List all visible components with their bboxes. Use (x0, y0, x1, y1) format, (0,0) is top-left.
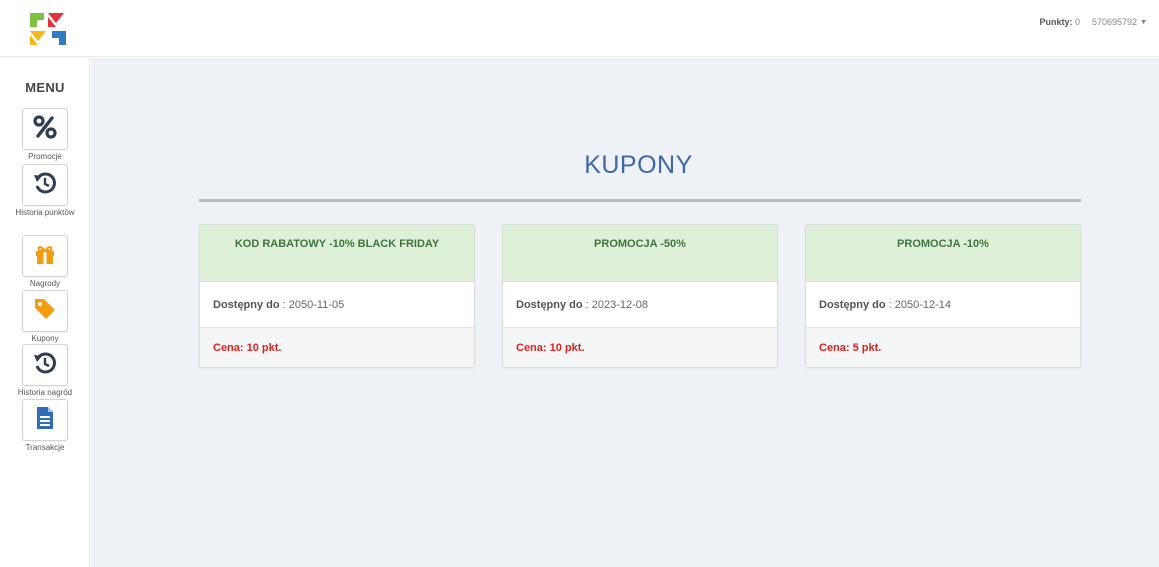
sidebar-item-label: Promocje (28, 152, 62, 161)
coupon-availability: Dostępny do : 2023-12-08 (503, 282, 777, 328)
coupon-card[interactable]: KOD RABATOWY -10% BLACK FRIDAY Dostępny … (199, 224, 475, 368)
page-title: KUPONY (584, 151, 693, 179)
coupon-price: Cena: 10 pkt. (503, 328, 777, 367)
history-icon (33, 171, 57, 200)
availability-date: : 2050-11-05 (282, 298, 345, 311)
document-icon (35, 406, 55, 435)
sidebar-button-nagrody[interactable] (22, 235, 68, 277)
sidebar-button-historia-punktow[interactable] (22, 164, 68, 206)
tag-icon (33, 297, 57, 326)
title-divider (199, 199, 1081, 202)
app-logo[interactable] (28, 11, 68, 47)
sidebar-button-promocje[interactable] (22, 108, 68, 150)
sidebar-item-kupony[interactable]: Kupony (0, 290, 90, 344)
sidebar-button-kupony[interactable] (22, 290, 68, 332)
sidebar-button-historia-nagrod[interactable] (22, 344, 68, 386)
chevron-down-icon: ▼ (1140, 18, 1147, 26)
availability-label: Dostępny do (819, 298, 886, 311)
availability-date: : 2023-12-08 (585, 298, 649, 311)
topbar-right: Punkty: 0 570695792 ▼ (1039, 17, 1147, 27)
sidebar-item-historia-nagrod[interactable]: Historia nagród (0, 344, 90, 398)
points-value: 0 (1074, 17, 1080, 27)
user-id: 570695792 (1092, 17, 1138, 27)
sidebar-button-transakcje[interactable] (22, 399, 68, 441)
gift-icon (34, 243, 56, 270)
sidebar-item-promocje[interactable]: Promocje (0, 108, 90, 162)
main-content: KUPONY KOD RABATOWY -10% BLACK FRIDAY Do… (91, 58, 1159, 567)
percent-icon (32, 114, 58, 145)
sidebar-item-label: Historia punktów (15, 208, 75, 217)
sidebar-item-label: Historia nagród (17, 388, 73, 397)
availability-date: : 2050-12-14 (888, 298, 952, 311)
sidebar-item-label: Kupony (31, 334, 59, 343)
availability-label: Dostępny do (213, 298, 280, 311)
coupon-name: PROMOCJA -10% (806, 225, 1080, 282)
coupon-card[interactable]: PROMOCJA -50% Dostępny do : 2023-12-08 C… (502, 224, 778, 368)
coupon-price: Cena: 10 pkt. (200, 328, 474, 367)
coupon-availability: Dostępny do : 2050-11-05 (200, 282, 474, 328)
availability-label: Dostępny do (516, 298, 583, 311)
sidebar-item-nagrody[interactable]: Nagrody (0, 235, 90, 289)
sidebar: MENU Promocje Historia punktów Nagrody K… (0, 58, 90, 567)
sidebar-item-label: Nagrody (29, 279, 61, 288)
coupon-name: PROMOCJA -50% (503, 225, 777, 282)
sidebar-item-historia-punktow[interactable]: Historia punktów (0, 164, 90, 218)
sidebar-item-label: Transakcje (25, 443, 65, 452)
menu-title: MENU (25, 80, 65, 95)
coupon-availability: Dostępny do : 2050-12-14 (806, 282, 1080, 328)
coupon-price: Cena: 5 pkt. (806, 328, 1080, 367)
coupon-name: KOD RABATOWY -10% BLACK FRIDAY (200, 225, 474, 282)
points-label: Punkty: (1039, 17, 1073, 27)
user-menu[interactable]: 570695792 ▼ (1092, 17, 1147, 27)
top-bar: Punkty: 0 570695792 ▼ (0, 0, 1159, 57)
coupon-card[interactable]: PROMOCJA -10% Dostępny do : 2050-12-14 C… (805, 224, 1081, 368)
points-display: Punkty: 0 (1039, 17, 1080, 27)
history-icon (33, 351, 57, 380)
sidebar-item-transakcje[interactable]: Transakcje (0, 399, 90, 453)
